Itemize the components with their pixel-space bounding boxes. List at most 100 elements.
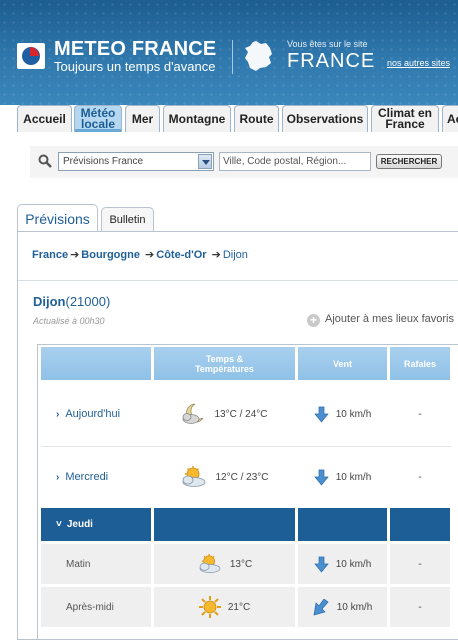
tab-accueil[interactable]: Accueil <box>17 105 72 132</box>
period-label: Matin <box>41 544 151 584</box>
forecast-table: Temps & Températures Vent Rafales › Aujou… <box>37 344 458 640</box>
temperature: 13°C / 24°C <box>214 408 268 420</box>
moon-cloud-icon <box>183 403 204 424</box>
breadcrumb-region[interactable]: Bourgogne <box>81 249 140 261</box>
chevron-right-icon: › <box>56 409 60 420</box>
header-rafales: Rafales <box>390 347 450 380</box>
tab-mer[interactable]: Mer <box>125 105 160 132</box>
wind-cell: 10 km/h <box>298 449 387 505</box>
wind-cell: 10 km/h <box>298 544 387 584</box>
meteo-france-logo-icon[interactable] <box>17 43 45 69</box>
gusts-cell: - <box>390 544 450 584</box>
tab-overflow[interactable]: Ac <box>442 105 458 132</box>
sun-icon <box>198 596 221 618</box>
expanded-wind-cell <box>298 508 387 541</box>
wind-cell: 10 km/h <box>298 587 387 627</box>
city-search-input[interactable] <box>219 152 371 171</box>
expanded-day-label[interactable]: Jeudi <box>67 519 93 530</box>
tab-climat-en-france[interactable]: Climat en France <box>371 105 439 132</box>
wind-arrow-down-icon <box>313 406 329 423</box>
wind-cell: 10 km/h <box>298 384 387 444</box>
gusts-cell: - <box>390 587 450 627</box>
location-title: Dijon(21000) <box>33 294 110 309</box>
day-cell[interactable]: › Aujourd'hui <box>41 384 151 444</box>
search-button[interactable]: RECHERCHER <box>376 154 442 169</box>
wind-arrow-down-icon <box>313 469 329 486</box>
other-sites-link[interactable]: nos autres sites <box>387 58 450 68</box>
update-time: Actualisé à 00h30 <box>33 316 105 326</box>
weather-cell: 13°C <box>154 544 295 584</box>
gusts-cell: - <box>418 471 422 483</box>
forecast-row[interactable]: › Mercredi 12°C / 23°C 10 km/h - <box>38 449 458 505</box>
tab-observations[interactable]: Observations <box>282 105 368 132</box>
tab-previsions[interactable]: Prévisions <box>17 204 98 233</box>
tab-climat-label: Climat en France <box>377 106 432 131</box>
tab-route[interactable]: Route <box>234 105 279 132</box>
header-divider <box>232 40 233 74</box>
header-temps: Temps & Températures <box>154 347 295 380</box>
gusts-cell: - <box>418 408 422 420</box>
chevron-down-icon: ˅ <box>56 519 62 530</box>
weather-cell: 21°C <box>154 587 295 627</box>
search-icon <box>38 154 52 168</box>
add-favorite-link[interactable]: + Ajouter à mes lieux favoris <box>307 313 454 327</box>
forecast-row[interactable]: › Aujourd'hui 13°C / 24°C 10 km/h - <box>38 384 458 444</box>
france-map-icon <box>245 41 272 71</box>
day-cell[interactable]: › Mercredi <box>41 449 151 505</box>
main-nav-tabs: Accueil Météo locale Mer Montagne Route … <box>0 105 458 132</box>
site-header: METEO FRANCE Toujours un temps d'avance … <box>0 0 458 105</box>
add-favorite-label: Ajouter à mes lieux favoris <box>325 313 454 325</box>
brand-name[interactable]: METEO FRANCE <box>54 38 216 61</box>
arrow-right-icon: ➔ <box>145 249 155 261</box>
temperature: 12°C / 23°C <box>215 471 269 483</box>
period-row: Après-midi 21°C 10 km/h - <box>38 587 458 627</box>
arrow-right-icon: ➔ <box>70 249 80 261</box>
temperature: 13°C <box>229 558 253 570</box>
expanded-day-cell[interactable]: ˅ Jeudi <box>41 508 151 541</box>
chevron-right-icon: › <box>56 472 60 483</box>
arrow-right-icon: ➔ <box>211 249 221 261</box>
period-label: Après-midi <box>41 587 151 627</box>
expanded-day-row[interactable]: ˅ Jeudi <box>38 508 458 541</box>
site-name: FRANCE <box>287 50 376 72</box>
wind-arrow-southwest-icon <box>313 598 329 615</box>
wind-arrow-down-icon <box>313 556 329 573</box>
sun-cloud-icon <box>183 466 206 487</box>
sun-cloud-icon <box>199 554 221 573</box>
tab-meteo-locale-label: Météo locale <box>80 106 116 131</box>
breadcrumb-france[interactable]: France <box>32 249 68 261</box>
header-temps-label: Temps & Températures <box>195 353 254 374</box>
tab-meteo-locale[interactable]: Météo locale <box>74 105 122 132</box>
wind-speed: 10 km/h <box>336 601 373 613</box>
search-scope-select[interactable]: Prévisions France <box>58 152 214 171</box>
tab-montagne[interactable]: Montagne <box>163 105 231 132</box>
forecast-panel: France ➔ Bourgogne ➔ Côte-d'Or ➔ Dijon Dijon… <box>17 231 458 640</box>
active-tab-indicator <box>75 129 121 132</box>
header-day-col <box>41 347 151 380</box>
weather-cell: 12°C / 23°C <box>154 449 295 505</box>
wind-speed: 10 km/h <box>335 558 372 570</box>
chevron-down-icon[interactable] <box>198 154 212 169</box>
site-intro-text: Vous êtes sur le site <box>287 39 368 49</box>
temperature: 21°C <box>227 601 251 613</box>
expanded-weather-cell <box>154 508 295 541</box>
breadcrumb-dept[interactable]: Côte-d'Or <box>156 249 206 261</box>
day-label[interactable]: Aujourd'hui <box>65 408 120 420</box>
breadcrumb-current: Dijon <box>222 249 248 261</box>
divider <box>18 280 458 281</box>
header-vent: Vent <box>298 347 387 380</box>
wind-speed: 10 km/h <box>335 408 372 420</box>
period-row: Matin 13°C 10 km/h - <box>38 544 458 584</box>
expanded-gusts-cell <box>390 508 450 541</box>
day-label[interactable]: Mercredi <box>65 471 108 483</box>
wind-speed: 10 km/h <box>335 471 372 483</box>
tab-bulletin[interactable]: Bulletin <box>101 207 154 232</box>
brand-tagline: Toujours un temps d'avance <box>54 59 216 74</box>
weather-cell: 13°C / 24°C <box>154 384 295 444</box>
breadcrumb: France ➔ Bourgogne ➔ Côte-d'Or ➔ Dijon <box>32 248 248 261</box>
postal-code: (21000) <box>65 294 111 309</box>
row-divider <box>41 446 451 447</box>
city-name: Dijon <box>33 294 66 309</box>
search-scope-value: Prévisions France <box>63 156 144 167</box>
search-bar: Prévisions France RECHERCHER <box>30 146 458 178</box>
